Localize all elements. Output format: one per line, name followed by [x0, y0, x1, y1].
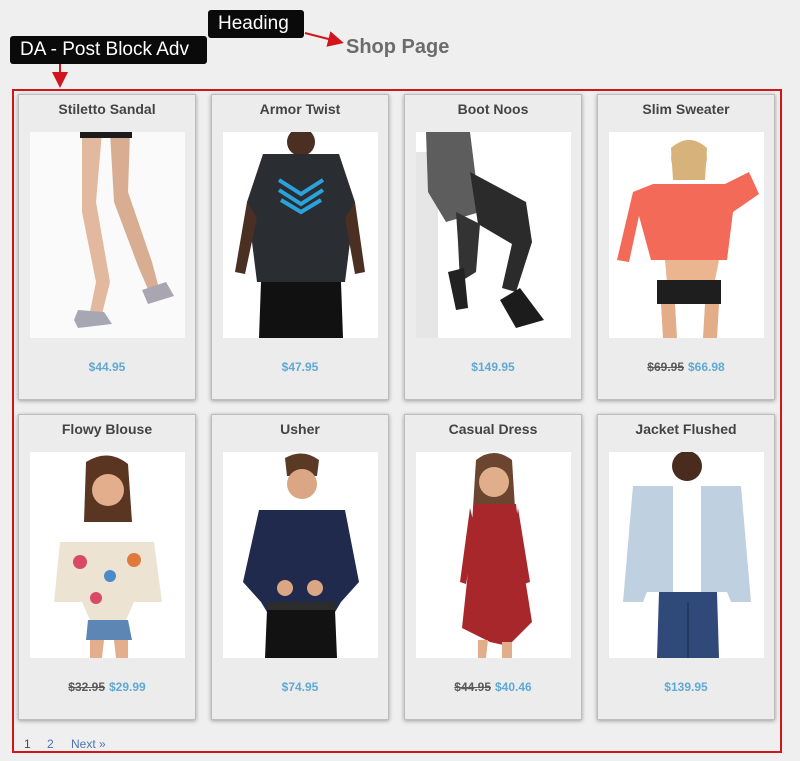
- product-title[interactable]: Flowy Blouse: [19, 421, 195, 437]
- current-price: $74.95: [281, 680, 319, 694]
- woman-red-dress-photo: [416, 452, 571, 658]
- pagination-page-1[interactable]: 1: [24, 737, 31, 751]
- pagination-page-2[interactable]: 2: [47, 737, 54, 751]
- product-price: $32.95 $29.99: [19, 680, 195, 694]
- current-price: $40.46: [495, 680, 532, 694]
- current-price: $139.95: [664, 680, 708, 694]
- product-price: $139.95: [598, 680, 774, 694]
- man-navy-shirt-photo: [223, 452, 378, 658]
- current-price: $44.95: [88, 360, 126, 374]
- current-price: $29.99: [109, 680, 146, 694]
- product-image[interactable]: [416, 132, 571, 338]
- product-card[interactable]: Usher $74.95: [211, 414, 389, 720]
- product-price: $74.95: [212, 680, 388, 694]
- product-image[interactable]: [609, 452, 764, 658]
- product-price: $44.95: [19, 360, 195, 374]
- product-title[interactable]: Usher: [212, 421, 388, 437]
- product-title[interactable]: Stiletto Sandal: [19, 101, 195, 117]
- legs-heels-photo: [30, 132, 185, 338]
- product-image[interactable]: [30, 452, 185, 658]
- product-image[interactable]: [416, 452, 571, 658]
- product-card[interactable]: Casual Dress $44.95 $40.46: [404, 414, 582, 720]
- woman-floral-blouse-photo: [30, 452, 185, 658]
- product-title[interactable]: Jacket Flushed: [598, 421, 774, 437]
- seated-man-boots-photo: [416, 132, 571, 338]
- product-image[interactable]: [223, 132, 378, 338]
- current-price: $47.95: [281, 360, 319, 374]
- product-card[interactable]: Flowy Blouse $32.95 $29.99: [18, 414, 196, 720]
- product-image[interactable]: [30, 132, 185, 338]
- product-price: $47.95: [212, 360, 388, 374]
- product-card[interactable]: Jacket Flushed $139.95: [597, 414, 775, 720]
- man-denim-jacket-photo: [609, 452, 764, 658]
- product-title[interactable]: Boot Noos: [405, 101, 581, 117]
- product-title[interactable]: Slim Sweater: [598, 101, 774, 117]
- product-price: $69.95 $66.98: [598, 360, 774, 374]
- heading-arrow: [304, 31, 344, 47]
- old-price: $32.95: [68, 680, 105, 694]
- old-price: $69.95: [647, 360, 684, 374]
- product-price: $149.95: [405, 360, 581, 374]
- product-image[interactable]: [223, 452, 378, 658]
- product-card[interactable]: Slim Sweater $69.95 $66.98: [597, 94, 775, 400]
- product-card[interactable]: Boot Noos $149.95: [404, 94, 582, 400]
- current-price: $149.95: [471, 360, 515, 374]
- page-title: Shop Page: [346, 36, 450, 58]
- product-card[interactable]: Armor Twist $47.95: [211, 94, 389, 400]
- product-title[interactable]: Armor Twist: [212, 101, 388, 117]
- pagination-next-link[interactable]: Next »: [71, 737, 106, 751]
- man-compression-shirt-photo: [223, 132, 378, 338]
- old-price: $44.95: [454, 680, 491, 694]
- product-price: $44.95 $40.46: [405, 680, 581, 694]
- product-image[interactable]: [609, 132, 764, 338]
- product-title[interactable]: Casual Dress: [405, 421, 581, 437]
- woman-coral-sweater-photo: [609, 132, 764, 338]
- post-block-adv: Stiletto Sandal $44.95 Armor Twist $47.9…: [12, 89, 782, 753]
- current-price: $66.98: [688, 360, 725, 374]
- product-card[interactable]: Stiletto Sandal $44.95: [18, 94, 196, 400]
